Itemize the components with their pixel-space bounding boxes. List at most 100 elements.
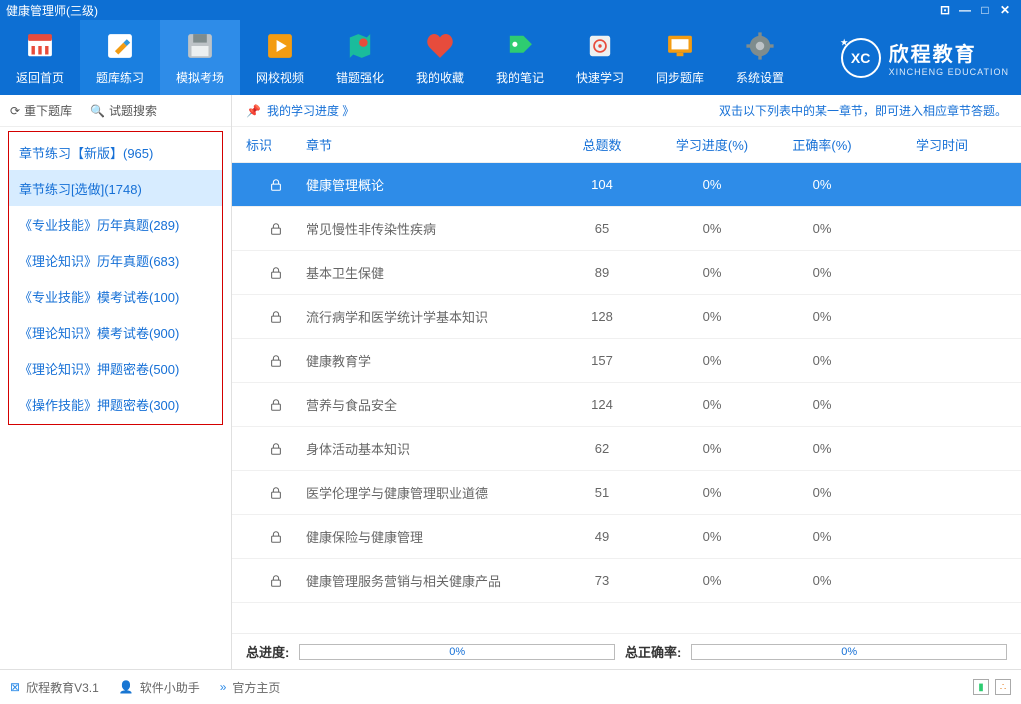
cell-total: 73 xyxy=(547,573,657,588)
cell-progress: 0% xyxy=(657,573,767,588)
cell-total: 49 xyxy=(547,529,657,544)
status-bar: ⊠ 欣程教育V3.1 👤 软件小助手 » 官方主页 ▮ ∴ xyxy=(0,669,1021,704)
cell-chapter: 基本卫生保健 xyxy=(306,263,547,282)
sidebar-item[interactable]: 章节练习【新版】(965) xyxy=(9,134,222,170)
toolbar-label: 返回首页 xyxy=(16,69,64,86)
helper-icon: 👤 xyxy=(119,680,134,694)
sidebar-item[interactable]: 《专业技能》模考试卷(100) xyxy=(9,278,222,314)
my-progress-link[interactable]: 📌 我的学习进度 》 xyxy=(246,102,354,119)
total-progress-bar: 0% xyxy=(299,644,615,660)
toolbar-practice[interactable]: 题库练习 xyxy=(80,20,160,95)
cell-accuracy: 0% xyxy=(767,221,877,236)
sidebar-item[interactable]: 《理论知识》模考试卷(900) xyxy=(9,314,222,350)
table-row[interactable]: 健康管理概论1040%0% xyxy=(232,163,1021,207)
sidebar-item[interactable]: 《专业技能》历年真题(289) xyxy=(9,206,222,242)
table-row[interactable]: 健康管理服务营销与相关健康产品730%0% xyxy=(232,559,1021,603)
reload-questions[interactable]: ⟳重下题库 xyxy=(10,102,72,119)
toolbar-label: 模拟考场 xyxy=(176,69,224,86)
cell-chapter: 健康管理服务营销与相关健康产品 xyxy=(306,571,547,590)
minimize-icon[interactable]: — xyxy=(955,3,975,17)
table-row[interactable]: 身体活动基本知识620%0% xyxy=(232,427,1021,471)
cell-progress: 0% xyxy=(657,397,767,412)
app-version[interactable]: ⊠ 欣程教育V3.1 xyxy=(10,679,99,696)
logo-name: 欣程教育 xyxy=(889,38,1009,67)
total-progress-label: 总进度: xyxy=(246,642,289,661)
cell-chapter: 医学伦理学与健康管理职业道德 xyxy=(306,483,547,502)
cell-chapter: 健康管理概论 xyxy=(306,175,547,194)
pencil-icon xyxy=(103,29,137,63)
refresh-icon: ⟳ xyxy=(10,104,20,118)
table-header: 标识 章节 总题数 学习进度(%) 正确率(%) 学习时间 xyxy=(232,127,1021,163)
col-progress: 学习进度(%) xyxy=(657,135,767,154)
sidebar-item[interactable]: 《理论知识》历年真题(683) xyxy=(9,242,222,278)
table-row[interactable]: 医学伦理学与健康管理职业道德510%0% xyxy=(232,471,1021,515)
cell-progress: 0% xyxy=(657,177,767,192)
toolbar-fav[interactable]: 我的收藏 xyxy=(400,20,480,95)
main-panel: 📌 我的学习进度 》 双击以下列表中的某一章节，即可进入相应章节答题。 标识 章… xyxy=(232,95,1021,669)
table-row[interactable]: 常见慢性非传染性疾病650%0% xyxy=(232,207,1021,251)
cell-progress: 0% xyxy=(657,221,767,236)
cell-accuracy: 0% xyxy=(767,529,877,544)
sidebar-item[interactable]: 《操作技能》押题密卷(300) xyxy=(9,386,222,422)
safe-icon xyxy=(583,29,617,63)
summary-bar: 总进度: 0% 总正确率: 0% xyxy=(232,633,1021,669)
cell-chapter: 流行病学和医学统计学基本知识 xyxy=(306,307,547,326)
sidebar-item[interactable]: 《理论知识》押题密卷(500) xyxy=(9,350,222,386)
cell-accuracy: 0% xyxy=(767,441,877,456)
toolbar-notes[interactable]: 我的笔记 xyxy=(480,20,560,95)
col-accuracy: 正确率(%) xyxy=(767,135,877,154)
toolbar-video[interactable]: 网校视频 xyxy=(240,20,320,95)
maximize-icon[interactable]: □ xyxy=(975,3,995,17)
cell-chapter: 营养与食品安全 xyxy=(306,395,547,414)
search-questions[interactable]: 🔍试题搜索 xyxy=(90,102,157,119)
close-icon[interactable]: ✕ xyxy=(995,3,1015,17)
toolbar-label: 我的笔记 xyxy=(496,69,544,86)
cell-total: 89 xyxy=(547,265,657,280)
lock-icon xyxy=(246,354,306,368)
toolbar-quick[interactable]: 快速学习 xyxy=(560,20,640,95)
col-mark: 标识 xyxy=(246,135,306,154)
chevron-right-icon: » xyxy=(220,680,227,694)
main-toolbar: 返回首页 题库练习 模拟考场 网校视频 错题强化 我的收藏 我的笔记 快速学习 … xyxy=(0,20,1021,95)
toolbar-label: 我的收藏 xyxy=(416,69,464,86)
window-title: 健康管理师(三级) xyxy=(6,2,98,19)
official-home[interactable]: » 官方主页 xyxy=(220,679,281,696)
pin-icon[interactable]: ⊡ xyxy=(935,3,955,17)
lock-icon xyxy=(246,310,306,324)
lock-icon xyxy=(246,398,306,412)
lock-icon xyxy=(246,574,306,588)
close-square-icon: ⊠ xyxy=(10,680,20,694)
cell-accuracy: 0% xyxy=(767,573,877,588)
cell-accuracy: 0% xyxy=(767,265,877,280)
cell-progress: 0% xyxy=(657,309,767,324)
cell-progress: 0% xyxy=(657,353,767,368)
cell-total: 65 xyxy=(547,221,657,236)
cell-total: 51 xyxy=(547,485,657,500)
lock-icon xyxy=(246,442,306,456)
sidebar-item[interactable]: 章节练习[选做](1748) xyxy=(9,170,222,206)
cell-progress: 0% xyxy=(657,529,767,544)
toolbar-exam[interactable]: 模拟考场 xyxy=(160,20,240,95)
toolbar-wrong[interactable]: 错题强化 xyxy=(320,20,400,95)
stats-icon[interactable]: ▮ xyxy=(973,679,989,695)
toolbar-label: 快速学习 xyxy=(576,69,624,86)
table-row[interactable]: 健康保险与健康管理490%0% xyxy=(232,515,1021,559)
cell-accuracy: 0% xyxy=(767,309,877,324)
software-helper[interactable]: 👤 软件小助手 xyxy=(119,679,200,696)
cell-accuracy: 0% xyxy=(767,485,877,500)
table-row[interactable]: 健康教育学1570%0% xyxy=(232,339,1021,383)
info-bar: 📌 我的学习进度 》 双击以下列表中的某一章节，即可进入相应章节答题。 xyxy=(232,95,1021,127)
share-icon[interactable]: ∴ xyxy=(995,679,1011,695)
table-row[interactable]: 营养与食品安全1240%0% xyxy=(232,383,1021,427)
toolbar-home[interactable]: 返回首页 xyxy=(0,20,80,95)
table-row[interactable]: 基本卫生保健890%0% xyxy=(232,251,1021,295)
table-row[interactable]: 流行病学和医学统计学基本知识1280%0% xyxy=(232,295,1021,339)
lock-icon xyxy=(246,486,306,500)
cell-accuracy: 0% xyxy=(767,177,877,192)
toolbar-sync[interactable]: 同步题库 xyxy=(640,20,720,95)
cell-progress: 0% xyxy=(657,485,767,500)
heart-icon xyxy=(423,29,457,63)
cell-progress: 0% xyxy=(657,265,767,280)
toolbar-settings[interactable]: 系统设置 xyxy=(720,20,800,95)
toolbar-label: 题库练习 xyxy=(96,69,144,86)
